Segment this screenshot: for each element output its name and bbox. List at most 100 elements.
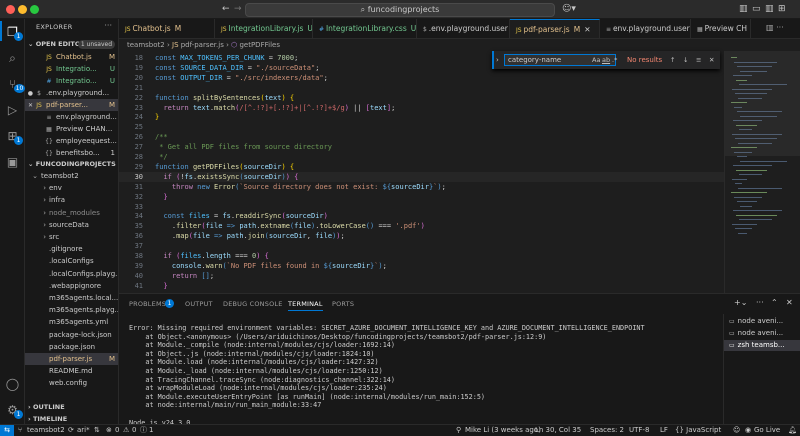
breadcrumb: teamsbot2 › JS pdf-parser.js › ⬡ getPDFF… [119, 39, 800, 51]
open-editor-item[interactable]: ● $ .env.playground... [25, 87, 118, 99]
regex-option[interactable]: .* [612, 54, 617, 66]
timeline-header[interactable]: › TIMELINE [28, 415, 67, 423]
account-icon[interactable]: ◯ [0, 373, 25, 395]
minimize-window-button[interactable] [18, 5, 27, 14]
file-item[interactable]: package-lock.json [25, 329, 118, 341]
breadcrumb-symbol[interactable]: getPDFFiles [239, 41, 280, 49]
match-case-option[interactable]: Aa [592, 54, 600, 66]
close-panel-icon[interactable]: ✕ [786, 298, 793, 307]
editor-tab[interactable]: JS Chatbot.js M [119, 19, 215, 38]
editor-tab[interactable]: ≡ env.playground.user [600, 19, 691, 38]
toggle-panel-icon[interactable]: ▭ [752, 3, 761, 16]
language-mode[interactable]: {} JavaScript [675, 425, 721, 436]
more-actions-icon[interactable]: ··· [104, 21, 112, 30]
whole-word-option[interactable]: ab [602, 54, 610, 66]
close-window-button[interactable] [6, 5, 15, 14]
breadcrumb-file[interactable]: pdf-parser.js [181, 41, 224, 49]
customize-layout-icon[interactable]: ⊞ [778, 3, 786, 16]
maximize-window-button[interactable] [30, 5, 39, 14]
file-item[interactable]: web.config [25, 377, 118, 389]
file-item[interactable]: m365agents.playg... [25, 304, 118, 316]
git-blame[interactable]: Mike Li (3 weeks ago) [465, 425, 541, 436]
tab-problems[interactable]: PROBLEMS [129, 300, 166, 308]
tab-ports[interactable]: PORTS [332, 300, 354, 308]
encoding[interactable]: UTF-8 [629, 425, 649, 436]
folder-item[interactable]: › env [25, 182, 118, 194]
notifications-bell-icon[interactable]: 🔔︎ [788, 425, 797, 436]
folder-item[interactable]: › sourceData [25, 219, 118, 231]
open-editor-item[interactable]: ✕ JS pdf-parser... M [25, 99, 118, 111]
editor-tab[interactable]: # IntegrationLibrary.css U [313, 19, 417, 38]
maximize-panel-icon[interactable]: ⌃ [771, 298, 778, 307]
folder-item[interactable]: ⌄ teamsbot2 [25, 170, 118, 182]
close-icon[interactable]: ✕ [584, 25, 590, 34]
copilot-status-icon[interactable]: ☺ [733, 425, 740, 436]
new-terminal-icon[interactable]: +⌄ [734, 298, 747, 307]
error-count[interactable]: 0 [115, 425, 119, 436]
file-item[interactable]: README.md [25, 365, 118, 377]
copilot-icon[interactable]: ☺▾ [562, 3, 576, 16]
open-editor-item[interactable]: JS Integratio... U [25, 63, 118, 75]
editor-tab[interactable]: $ .env.playground.user [417, 19, 510, 38]
remote-explorer-icon[interactable]: ▣ [0, 151, 25, 173]
search-icon[interactable]: ⌕ [0, 47, 25, 69]
command-center-search[interactable]: ⌕ funcodingprojects [245, 3, 555, 17]
toggle-replace-chevron-icon[interactable]: › [496, 54, 499, 66]
branch-name[interactable]: teamsbot2 [27, 425, 65, 436]
forward-arrow-icon[interactable]: → [234, 3, 242, 16]
folder-item[interactable]: › node_modules [25, 207, 118, 219]
file-item[interactable]: .localConfigs.playg... [25, 268, 118, 280]
toggle-secondary-sidebar-icon[interactable]: ▥ [765, 3, 774, 16]
split-editor-icon[interactable]: ▥ ··· [764, 23, 786, 32]
next-match-icon[interactable]: ↓ [683, 54, 688, 66]
tab-output[interactable]: OUTPUT [185, 300, 213, 308]
terminal-session-item[interactable]: ▭ zsh teamsb... [724, 340, 800, 351]
workspace-header[interactable]: ⌄ FUNCODINGPROJECTS [28, 160, 116, 168]
close-icon[interactable]: ✕ [25, 100, 35, 111]
run-debug-icon[interactable]: ▷ [0, 99, 25, 121]
file-item[interactable]: package.json [25, 341, 118, 353]
file-item[interactable]: pdf-parser.js M [25, 353, 118, 365]
info-count[interactable]: 1 [149, 425, 153, 436]
back-arrow-icon[interactable]: ← [222, 3, 230, 16]
code-editor[interactable]: 18 const MAX_TOKENS_PER_CHUNK = 7000; 19 co… [119, 51, 724, 293]
file-item[interactable]: m365agents.yml [25, 316, 118, 328]
warning-count[interactable]: 0 [132, 425, 136, 436]
tab-debug-console[interactable]: DEBUG CONSOLE [223, 300, 283, 308]
sync-status[interactable]: ari* [77, 425, 90, 436]
minimap-slider[interactable] [725, 51, 800, 156]
more-actions-icon[interactable]: ··· [756, 298, 764, 307]
tab-terminal[interactable]: TERMINAL [288, 300, 323, 311]
editor-tab[interactable]: JS pdf-parser.js M ✕ [510, 19, 600, 38]
tree-item-label: src [49, 233, 60, 241]
indentation[interactable]: Spaces: 2 [590, 425, 624, 436]
file-item[interactable]: m365agents.local.... [25, 292, 118, 304]
open-editor-item[interactable]: JS Chatbot.js M [25, 51, 118, 63]
previous-match-icon[interactable]: ↑ [670, 54, 675, 66]
open-editor-item[interactable]: {} benefitsbo... 1 [25, 147, 118, 159]
file-item[interactable]: .localConfigs [25, 255, 118, 267]
folder-item[interactable]: › infra [25, 194, 118, 206]
toggle-primary-sidebar-icon[interactable]: ▥ [739, 3, 748, 16]
close-find-icon[interactable]: ✕ [709, 54, 714, 66]
go-live-button[interactable]: Go Live [754, 425, 780, 436]
outline-header[interactable]: › OUTLINE [28, 403, 65, 411]
cursor-position[interactable]: Ln 30, Col 35 [535, 425, 581, 436]
open-editor-item[interactable]: {} employeequest... [25, 135, 118, 147]
code-token: files [188, 212, 210, 221]
file-item[interactable]: .webappignore [25, 280, 118, 292]
file-item[interactable]: .gitignore [25, 243, 118, 255]
breadcrumb-folder[interactable]: teamsbot2 [127, 41, 165, 49]
terminal-session-item[interactable]: ▭ node aveni... [724, 316, 800, 327]
editor-tab[interactable]: ▦ Preview CH [691, 19, 751, 38]
open-editor-item[interactable]: ▦ Preview CHAN... [25, 123, 118, 135]
remote-indicator-icon[interactable]: ⇆ [0, 425, 14, 436]
find-in-selection-icon[interactable]: ≡ [696, 54, 701, 66]
end-of-line[interactable]: LF [660, 425, 668, 436]
open-editor-item[interactable]: ≡ env.playground... [25, 111, 118, 123]
minimap[interactable] [724, 51, 800, 293]
terminal-session-item[interactable]: ▭ node aveni... [724, 328, 800, 339]
folder-item[interactable]: › src [25, 231, 118, 243]
editor-tab[interactable]: JS IntegrationLibrary.js U [215, 19, 313, 38]
open-editor-item[interactable]: # Integratio... U [25, 75, 118, 87]
